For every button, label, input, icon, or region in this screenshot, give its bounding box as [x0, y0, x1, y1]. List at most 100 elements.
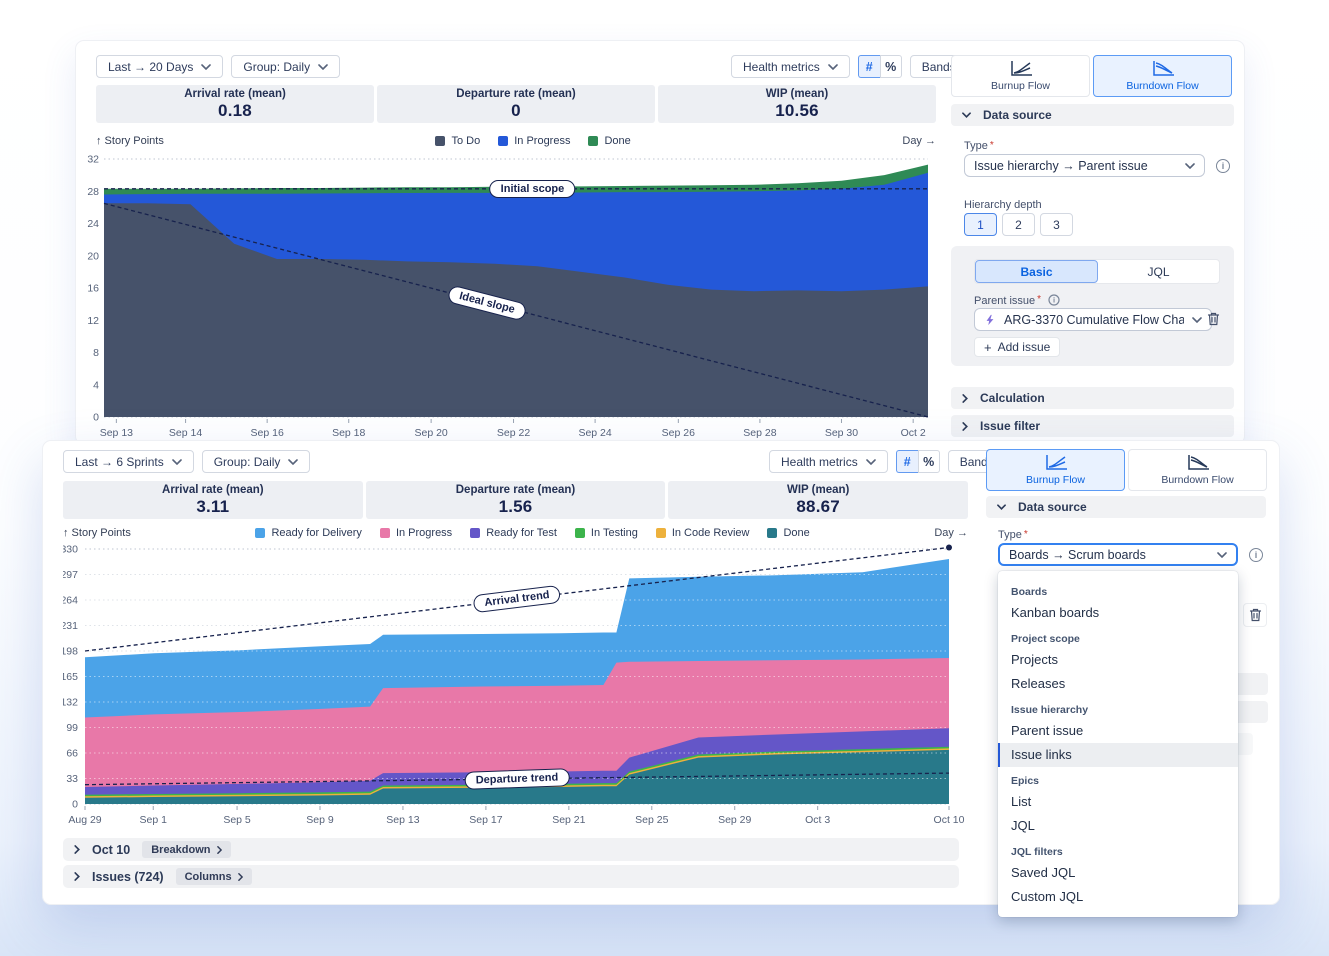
- svg-text:Sep 24: Sep 24: [578, 427, 611, 439]
- svg-text:20: 20: [87, 250, 99, 262]
- tab-burndown-flow[interactable]: Burndown Flow: [1093, 55, 1232, 97]
- chevron-right-icon: [237, 872, 243, 881]
- tab-burnup-flow[interactable]: Burnup Flow: [951, 55, 1090, 97]
- basic-jql-toggle: Basic JQL: [974, 259, 1220, 284]
- svg-text:0: 0: [93, 412, 99, 424]
- type-select[interactable]: Issue hierarchy → Parent issue: [964, 154, 1205, 177]
- add-issue-label: Add issue: [997, 340, 1051, 354]
- legend-label: In Progress: [395, 527, 453, 539]
- svg-text:264: 264: [63, 595, 78, 607]
- legend-item[interactable]: In Progress: [498, 135, 570, 147]
- tab-burnup-flow[interactable]: Burnup Flow: [986, 449, 1125, 491]
- tab-basic[interactable]: Basic: [975, 260, 1098, 283]
- legend-item[interactable]: In Code Review: [655, 527, 750, 539]
- trash-icon: [1207, 312, 1219, 326]
- depth-option-2[interactable]: 2: [1002, 213, 1035, 236]
- dropdown-option-jql[interactable]: JQL: [998, 814, 1238, 838]
- svg-text:Aug 29: Aug 29: [68, 814, 101, 826]
- tab-label: Burnup Flow: [991, 80, 1050, 92]
- legend-label: In Code Review: [671, 527, 750, 539]
- legend-item[interactable]: Ready for Test: [470, 527, 557, 539]
- metric-arrival-rate: Arrival rate (mean) 3.11: [63, 481, 363, 519]
- chevron-down-icon: [962, 112, 971, 118]
- date-range-dropdown[interactable]: Last → 20 Days: [96, 55, 224, 78]
- columns-badge[interactable]: Columns: [175, 868, 252, 885]
- legend-item[interactable]: To Do: [435, 135, 480, 147]
- depth-option-1[interactable]: 1: [964, 213, 997, 236]
- legend-swatch: [435, 136, 446, 146]
- burndown-chart-icon: [1152, 61, 1174, 76]
- svg-text:Oct 10: Oct 10: [934, 814, 965, 826]
- dropdown-option-saved-jql[interactable]: Saved JQL: [998, 861, 1238, 885]
- svg-text:Sep 18: Sep 18: [332, 427, 365, 439]
- dropdown-option-parent-issue[interactable]: Parent issue: [998, 719, 1238, 743]
- legend-swatch: [379, 528, 390, 538]
- chevron-right-icon: [962, 421, 968, 431]
- top-chart-header: ↑ Story Points To Do In Progress Done Day …: [96, 135, 936, 147]
- unit-number-button[interactable]: #: [895, 450, 918, 473]
- legend-item[interactable]: In Progress: [379, 527, 453, 539]
- info-icon[interactable]: i: [1249, 548, 1263, 562]
- health-metrics-dropdown[interactable]: Health metrics: [769, 450, 888, 473]
- legend-swatch: [588, 136, 599, 146]
- breakdown-row[interactable]: Oct 10 Breakdown: [63, 838, 959, 861]
- dropdown-option-issue-links[interactable]: Issue links: [998, 743, 1238, 767]
- svg-text:Sep 13: Sep 13: [100, 427, 133, 439]
- date-range-dropdown[interactable]: Last → 6 Sprints: [63, 450, 194, 473]
- dropdown-option-releases[interactable]: Releases: [998, 672, 1238, 696]
- svg-text:Sep 20: Sep 20: [414, 427, 447, 439]
- type-dropdown-menu: Boards Kanban boards Project scope Proje…: [998, 571, 1238, 917]
- chevron-right-icon: [74, 872, 80, 881]
- delete-issue-button[interactable]: [1202, 308, 1224, 330]
- section-data-source[interactable]: Data source: [986, 496, 1266, 518]
- legend-swatch: [498, 136, 509, 146]
- health-metrics-dropdown[interactable]: Health metrics: [731, 55, 850, 78]
- legend-item[interactable]: Done: [767, 527, 810, 539]
- date-range-label: Last → 6 Sprints: [75, 454, 164, 469]
- section-data-source[interactable]: Data source: [951, 104, 1234, 126]
- issues-row[interactable]: Issues (724) Columns: [63, 865, 959, 888]
- dropdown-option-kanban-boards[interactable]: Kanban boards: [998, 601, 1238, 625]
- dropdown-option-custom-jql[interactable]: Custom JQL: [998, 885, 1238, 909]
- issue-source-card: Basic JQL Parent issue * i ARG-3370 Cumul…: [951, 246, 1234, 366]
- burnup-chart-icon: [1010, 61, 1032, 76]
- delete-source-button[interactable]: [1243, 603, 1267, 627]
- type-select-value: Issue hierarchy → Parent issue: [974, 158, 1148, 173]
- svg-text:Sep 25: Sep 25: [635, 814, 668, 826]
- legend-item[interactable]: Done: [588, 135, 631, 147]
- section-calculation[interactable]: Calculation: [951, 387, 1234, 409]
- health-metrics-label: Health metrics: [781, 454, 858, 469]
- legend-item[interactable]: Ready for Delivery: [255, 527, 362, 539]
- legend-item[interactable]: In Testing: [574, 527, 638, 539]
- svg-text:297: 297: [63, 569, 78, 581]
- group-by-dropdown[interactable]: Group: Daily: [201, 450, 311, 473]
- tab-jql[interactable]: JQL: [1098, 260, 1219, 283]
- dropdown-option-projects[interactable]: Projects: [998, 648, 1238, 672]
- unit-number-button[interactable]: #: [857, 55, 880, 78]
- unit-percent-button[interactable]: %: [879, 55, 902, 78]
- cumulative-flow-chart-burndown: 0 4 8 12 16 20 24 28 32 Sep 13 Sep 14 Sep 16 Sep 18 S…: [84, 151, 936, 441]
- depth-option-3[interactable]: 3: [1040, 213, 1073, 236]
- svg-text:i: i: [1053, 296, 1055, 305]
- section-issue-filter[interactable]: Issue filter: [951, 415, 1234, 437]
- svg-text:66: 66: [66, 748, 78, 760]
- group-by-dropdown[interactable]: Group: Daily: [231, 55, 341, 78]
- dropdown-option-list[interactable]: List: [998, 790, 1238, 814]
- date-range-label: Last → 20 Days: [108, 59, 194, 74]
- chart-legend: Ready for Delivery In Progress Ready for T…: [255, 527, 810, 539]
- svg-text:Sep 5: Sep 5: [223, 814, 251, 826]
- svg-text:24: 24: [87, 218, 99, 230]
- top-metrics-row: Arrival rate (mean) 0.18 Departure rate …: [96, 85, 936, 123]
- cumulative-flow-chart-burnup: 0 33 66 99 132 165 198 231 264 297 330 Aug 29 Sep 1 S…: [60, 541, 968, 831]
- type-select-open[interactable]: Boards → Scrum boards: [998, 543, 1238, 566]
- unit-percent-button[interactable]: %: [917, 450, 940, 473]
- tab-burndown-flow[interactable]: Burndown Flow: [1128, 449, 1267, 491]
- info-icon[interactable]: i: [1048, 294, 1060, 306]
- unit-toggle: # %: [895, 450, 940, 473]
- breakdown-badge[interactable]: Breakdown: [142, 841, 231, 858]
- legend-label: Done: [604, 135, 631, 147]
- info-icon[interactable]: i: [1216, 159, 1230, 173]
- svg-text:16: 16: [87, 283, 99, 295]
- parent-issue-select[interactable]: ARG-3370 Cumulative Flow Charts (ba: [974, 308, 1212, 331]
- add-issue-button[interactable]: + Add issue: [974, 337, 1061, 357]
